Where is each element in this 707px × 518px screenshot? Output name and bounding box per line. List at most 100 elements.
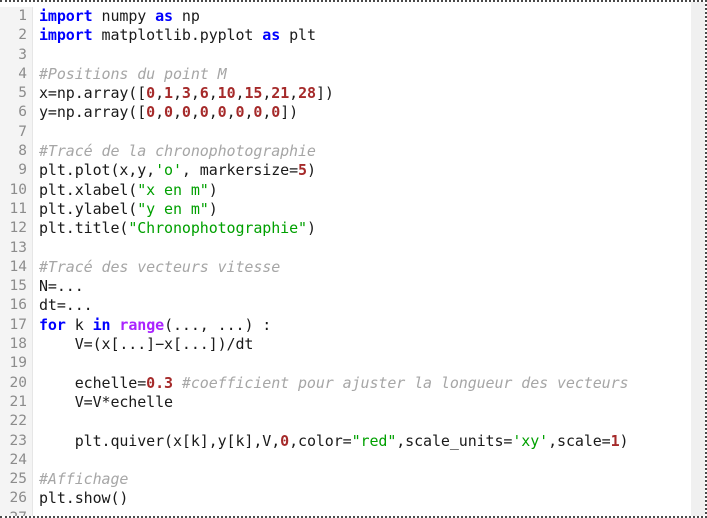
token-pl: dt=... <box>39 296 93 315</box>
token-pl: , <box>155 84 165 103</box>
code-line: 11 plt.ylabel("y en m") <box>0 199 705 220</box>
code-text[interactable]: import matplotlib.pyplot as plt <box>33 26 705 45</box>
token-num: 0 <box>199 103 209 122</box>
token-pl: plt <box>280 26 316 45</box>
code-text[interactable]: #Tracé des vecteurs vitesse <box>33 258 705 277</box>
token-num: 0 <box>280 431 290 450</box>
code-text[interactable]: for k in range(..., ...) : <box>33 316 705 335</box>
code-lines: 1 import numpy as np 2 import matplotlib.py… <box>0 7 705 516</box>
code-text[interactable]: plt.plot(x,y,'o', markersize=5) <box>33 161 705 180</box>
line-number: 14 <box>0 257 33 278</box>
code-text[interactable]: echelle=0.3 #coefficient pour ajuster la… <box>33 374 705 393</box>
line-number: 7 <box>0 122 33 143</box>
line-number: 15 <box>0 277 33 297</box>
code-text[interactable]: plt.title("Chronophotographie") <box>33 219 705 238</box>
token-pl: y=np.array([ <box>39 103 147 122</box>
code-line: 24 <box>0 450 705 471</box>
code-line: 8 #Tracé de la chronophotographie <box>0 142 705 162</box>
token-num: 10 <box>217 84 236 103</box>
token-pl: plt.xlabel( <box>39 180 138 199</box>
code-line: 20 echelle=0.3 #coefficient pour ajuster… <box>0 373 705 393</box>
line-number: 22 <box>0 412 33 432</box>
token-pl: plt.ylabel( <box>39 199 138 218</box>
token-pl: , <box>172 84 182 103</box>
token-pl: , <box>208 84 218 103</box>
code-text[interactable]: #Tracé de la chronophotographie <box>33 142 705 161</box>
code-text[interactable]: plt.xlabel("x en m") <box>33 181 705 200</box>
code-text[interactable]: plt.ylabel("y en m") <box>33 200 705 219</box>
token-kw: as <box>155 7 173 25</box>
token-com: #Positions du point M <box>39 64 227 83</box>
token-com: #Tracé de la chronophotographie <box>39 142 316 161</box>
line-number: 23 <box>0 431 33 451</box>
code-text[interactable]: dt=... <box>33 296 705 315</box>
code-text[interactable]: x=np.array([0,1,3,6,10,15,21,28]) <box>33 84 705 103</box>
code-text[interactable]: #Affichage <box>33 470 705 489</box>
code-line: 15 N=... <box>0 277 705 297</box>
line-number: 8 <box>0 142 33 162</box>
token-kw: import <box>39 7 93 25</box>
token-str: 'xy' <box>512 431 549 450</box>
token-pl: V=(x[...]−x[...])/dt <box>39 335 254 354</box>
token-pl: ]) <box>280 103 299 122</box>
code-line: 14 #Tracé des vecteurs vitesse <box>0 257 705 278</box>
token-kw: as <box>262 26 281 45</box>
token-pl: ) <box>619 431 629 450</box>
token-num: 0 <box>217 103 227 122</box>
code-text[interactable]: y=np.array([0,0,0,0,0,0,0,0]) <box>33 103 705 122</box>
code-text[interactable]: V=V*echelle <box>33 393 705 412</box>
code-line: 1 import numpy as np <box>0 7 705 27</box>
code-line: 13 <box>0 238 705 258</box>
code-text[interactable]: import numpy as np <box>33 7 705 26</box>
token-pl: plt.show() <box>39 489 129 508</box>
token-num: 5 <box>298 161 307 180</box>
token-pl: , <box>262 103 272 122</box>
token-com: #coefficient pour ajuster la longueur de… <box>181 373 629 392</box>
token-num: 21 <box>271 84 290 103</box>
token-num: 0 <box>146 103 156 122</box>
token-num: 0 <box>164 103 173 122</box>
token-pl: N=... <box>39 277 84 296</box>
code-line: 3 <box>0 45 705 65</box>
token-str: "red" <box>351 431 397 450</box>
token-pl: , <box>190 84 200 103</box>
token-pl: ,color= <box>289 431 352 450</box>
code-scroll-area[interactable]: 1 import numpy as np 2 import matplotlib.py… <box>0 2 705 516</box>
code-line: 25 #Affichage <box>0 470 705 490</box>
code-text[interactable]: N=... <box>33 277 705 296</box>
line-number: 24 <box>0 450 33 471</box>
code-editor[interactable]: 1 import numpy as np 2 import matplotlib.py… <box>0 0 707 518</box>
token-kw: import <box>39 26 93 45</box>
token-pl: numpy <box>92 7 156 25</box>
code-text[interactable]: plt.quiver(x[k],y[k],V,0,color="red",sca… <box>33 432 705 451</box>
code-text[interactable]: #Positions du point M <box>33 65 705 84</box>
token-pl: k <box>65 315 93 334</box>
code-text[interactable]: plt.show() <box>33 489 705 508</box>
token-pl: ]) <box>315 84 334 103</box>
line-number: 11 <box>0 199 33 220</box>
token-num: 0 <box>271 103 281 122</box>
token-pl: plt.title( <box>39 219 129 238</box>
line-number: 27 <box>0 508 33 516</box>
line-number: 3 <box>0 45 33 65</box>
code-line: 6 y=np.array([0,0,0,0,0,0,0,0]) <box>0 103 705 123</box>
token-pl: ,scale= <box>548 431 611 450</box>
line-number: 2 <box>0 26 33 46</box>
line-number: 17 <box>0 315 33 336</box>
token-pl: matplotlib.pyplot <box>92 26 263 45</box>
code-text[interactable]: V=(x[...]−x[...])/dt <box>33 335 705 354</box>
line-number: 21 <box>0 392 33 413</box>
token-num: 1 <box>164 84 173 103</box>
token-pl: , <box>262 84 272 103</box>
token-pl: , <box>208 103 218 122</box>
token-pl: , <box>155 103 165 122</box>
token-num: 3 <box>181 84 191 103</box>
token-num: 0 <box>146 84 156 103</box>
token-pl: echelle= <box>39 373 147 392</box>
token-pl: , <box>226 103 236 122</box>
token-str: "x en m" <box>137 180 209 199</box>
line-number: 4 <box>0 64 33 85</box>
token-num: 1 <box>610 431 620 450</box>
code-line: 23 plt.quiver(x[k],y[k],V,0,color="red",… <box>0 431 705 451</box>
token-bi: range <box>119 315 165 334</box>
